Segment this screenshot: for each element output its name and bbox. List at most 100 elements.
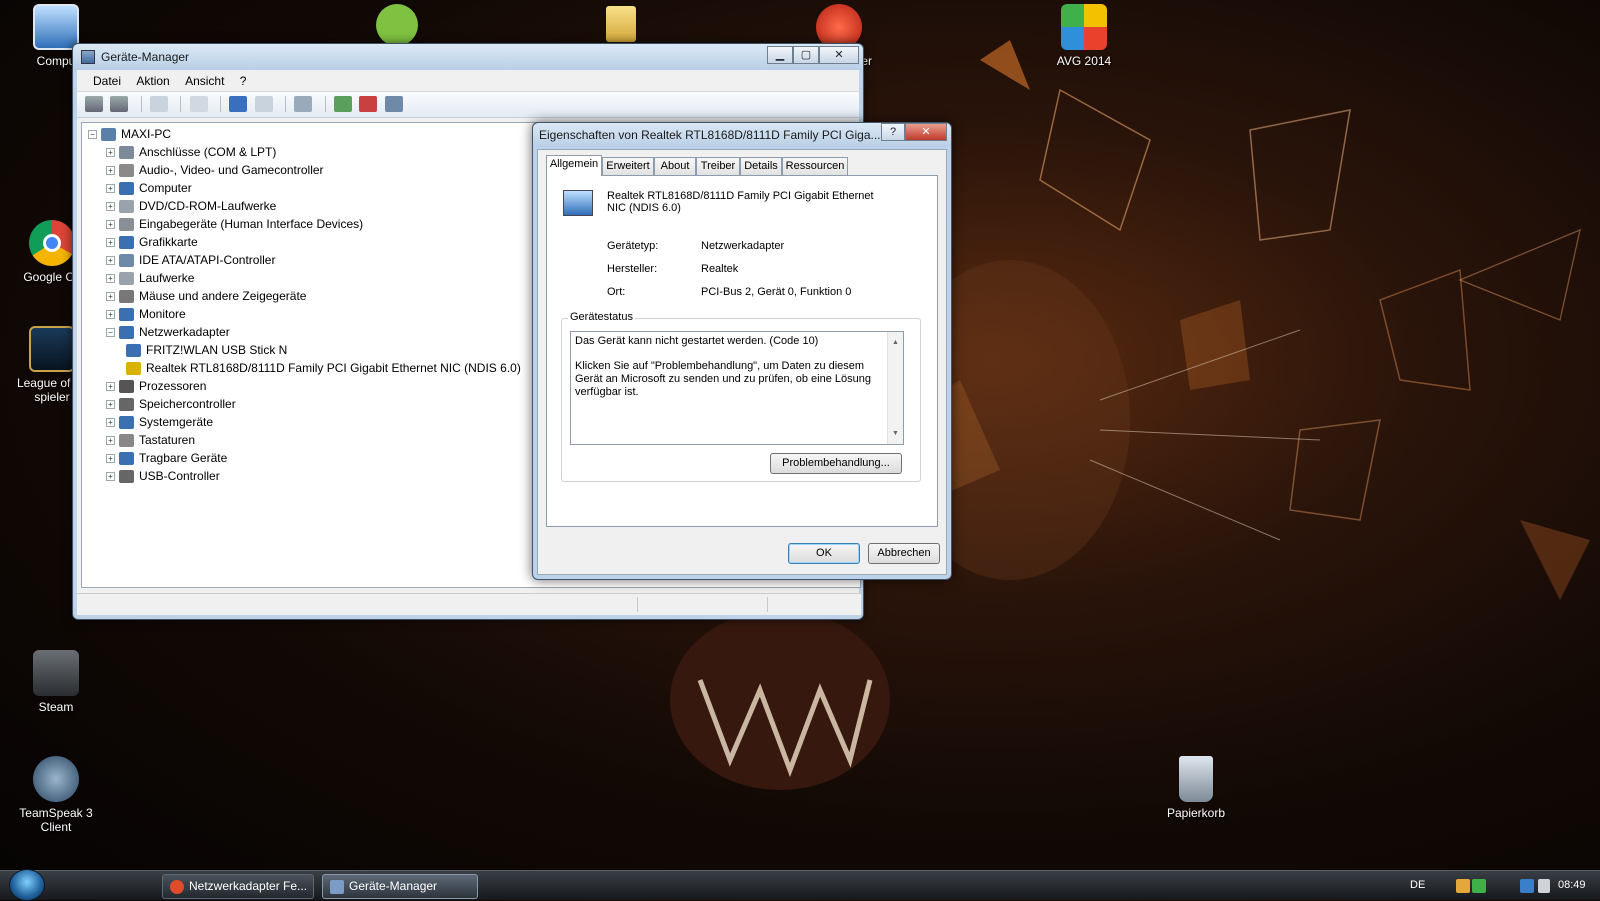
start-button[interactable] <box>9 869 45 901</box>
expand-icon[interactable]: + <box>106 148 115 158</box>
network-adapter-icon <box>563 190 593 216</box>
toolbar <box>77 92 859 118</box>
status-scrollbar[interactable]: ▲ ▼ <box>887 332 903 444</box>
dialog-titlebar[interactable]: Eigenschaften von Realtek RTL8168D/8111D… <box>533 123 951 147</box>
tree-device-item[interactable]: FRITZ!WLAN USB Stick N <box>126 341 287 359</box>
expand-icon[interactable]: + <box>106 454 115 464</box>
category-icon <box>119 254 134 268</box>
language-indicator[interactable]: DE <box>1410 879 1425 891</box>
tree-category-item[interactable]: + Eingabegeräte (Human Interface Devices) <box>106 215 363 233</box>
disable-device-icon[interactable] <box>384 96 403 112</box>
task-device-manager[interactable]: Geräte-Manager <box>322 874 478 899</box>
expand-icon[interactable]: + <box>106 382 115 392</box>
close-button[interactable]: ✕ <box>819 46 859 64</box>
expand-icon[interactable]: + <box>106 436 115 446</box>
tree-root[interactable]: − MAXI-PC <box>88 125 171 143</box>
tab-treiber[interactable]: Treiber <box>696 157 740 175</box>
tab-allgemein[interactable]: Allgemein <box>546 155 602 176</box>
window-titlebar[interactable]: Geräte-Manager ▁ ▢ ✕ <box>73 44 863 70</box>
league-icon <box>29 326 75 372</box>
tree-category-item[interactable]: + Tastaturen <box>106 431 195 449</box>
ok-button[interactable]: OK <box>788 543 860 564</box>
expand-icon[interactable]: + <box>106 256 115 266</box>
task-chrome[interactable]: Netzwerkadapter Fe... <box>162 874 314 899</box>
tree-category-item[interactable]: + Mäuse und andere Zeigegeräte <box>106 287 306 305</box>
expand-icon[interactable]: + <box>106 472 115 482</box>
help-button[interactable]: ? <box>881 123 905 141</box>
spotify-icon[interactable] <box>376 4 418 46</box>
tree-category-item[interactable]: + IDE ATA/ATAPI-Controller <box>106 251 275 269</box>
tray-volume-icon[interactable] <box>1538 879 1550 893</box>
troubleshoot-button[interactable]: Problembehandlung... <box>770 453 902 474</box>
expand-icon[interactable]: + <box>106 166 115 176</box>
menu-help[interactable]: ? <box>234 70 253 92</box>
tree-category-item[interactable]: + Speichercontroller <box>106 395 236 413</box>
menu-datei[interactable]: Datei <box>87 70 127 92</box>
update-driver-icon[interactable] <box>334 96 353 112</box>
tab-details[interactable]: Details <box>740 157 782 175</box>
tray-display-icon[interactable] <box>1520 879 1534 893</box>
properties-icon[interactable] <box>189 96 208 112</box>
recycle-bin-desktop-icon[interactable]: Papierkorb <box>1148 756 1244 820</box>
device-status-text[interactable]: Das Gerät kann nicht gestartet werden. (… <box>570 331 904 445</box>
chrome-icon <box>170 880 184 894</box>
clock[interactable]: 08:49 <box>1558 879 1586 891</box>
expand-icon[interactable]: + <box>106 184 115 194</box>
expand-icon[interactable]: + <box>106 292 115 302</box>
tree-category-item[interactable]: + USB-Controller <box>106 467 220 485</box>
expand-icon[interactable]: + <box>106 202 115 212</box>
avg-icon <box>1061 4 1107 50</box>
collapse-icon[interactable]: − <box>88 130 97 140</box>
folder-icon[interactable] <box>606 6 636 42</box>
tree-item-label: Systemgeräte <box>139 415 214 429</box>
minimize-button[interactable]: ▁ <box>767 46 793 64</box>
expand-icon[interactable]: + <box>106 418 115 428</box>
expand-icon[interactable]: + <box>106 238 115 248</box>
expand-icon[interactable]: + <box>106 220 115 230</box>
forward-arrow-icon[interactable] <box>110 96 129 112</box>
tree-item-label: Grafikkarte <box>139 235 198 249</box>
tree-category-item[interactable]: + Systemgeräte <box>106 413 213 431</box>
category-icon <box>119 182 134 196</box>
tree-category-item[interactable]: − Netzwerkadapter <box>106 323 230 341</box>
tray-network-icon[interactable] <box>1456 879 1470 893</box>
expand-icon[interactable]: + <box>106 274 115 284</box>
collapse-icon[interactable]: − <box>106 328 115 338</box>
network-device-icon <box>126 344 141 358</box>
scan-hardware-icon[interactable] <box>294 96 313 112</box>
status-bar <box>77 593 861 615</box>
tree-category-item[interactable]: + Laufwerke <box>106 269 194 287</box>
tree-category-item[interactable]: + Prozessoren <box>106 377 206 395</box>
details-view-icon[interactable] <box>254 96 273 112</box>
device-manager-icon <box>330 880 344 894</box>
tray-avg-icon[interactable] <box>1472 879 1486 893</box>
tab-erweitert[interactable]: Erweitert <box>602 157 654 175</box>
tree-category-item[interactable]: + Grafikkarte <box>106 233 198 251</box>
task-label: Geräte-Manager <box>349 879 438 893</box>
show-hide-tree-icon[interactable] <box>150 96 169 112</box>
back-arrow-icon[interactable] <box>85 96 103 112</box>
avg-desktop-icon[interactable]: AVG 2014 <box>1036 4 1132 68</box>
teamspeak-desktop-icon[interactable]: TeamSpeak 3 Client <box>8 756 104 834</box>
expand-icon[interactable]: + <box>106 310 115 320</box>
tree-category-item[interactable]: + Computer <box>106 179 192 197</box>
close-button[interactable]: ✕ <box>905 123 947 141</box>
cancel-button[interactable]: Abbrechen <box>868 543 940 564</box>
menu-aktion[interactable]: Aktion <box>130 70 175 92</box>
uninstall-icon[interactable] <box>359 96 378 112</box>
tree-category-item[interactable]: + DVD/CD-ROM-Laufwerke <box>106 197 276 215</box>
tree-category-item[interactable]: + Monitore <box>106 305 186 323</box>
tree-category-item[interactable]: + Tragbare Geräte <box>106 449 227 467</box>
maximize-button[interactable]: ▢ <box>793 46 819 64</box>
tree-device-item[interactable]: Realtek RTL8168D/8111D Family PCI Gigabi… <box>126 359 521 377</box>
expand-icon[interactable]: + <box>106 400 115 410</box>
menu-ansicht[interactable]: Ansicht <box>179 70 230 92</box>
tree-category-item[interactable]: + Anschlüsse (COM & LPT) <box>106 143 276 161</box>
tab-ressourcen[interactable]: Ressourcen <box>782 157 848 175</box>
help-icon[interactable] <box>229 96 248 112</box>
tree-item-label: Tastaturen <box>139 433 196 447</box>
status-line-2: Klicken Sie auf "Problembehandlung", um … <box>575 360 871 398</box>
steam-desktop-icon[interactable]: Steam <box>8 650 104 714</box>
tab-about[interactable]: About <box>654 157 696 175</box>
tree-category-item[interactable]: + Audio-, Video- und Gamecontroller <box>106 161 324 179</box>
